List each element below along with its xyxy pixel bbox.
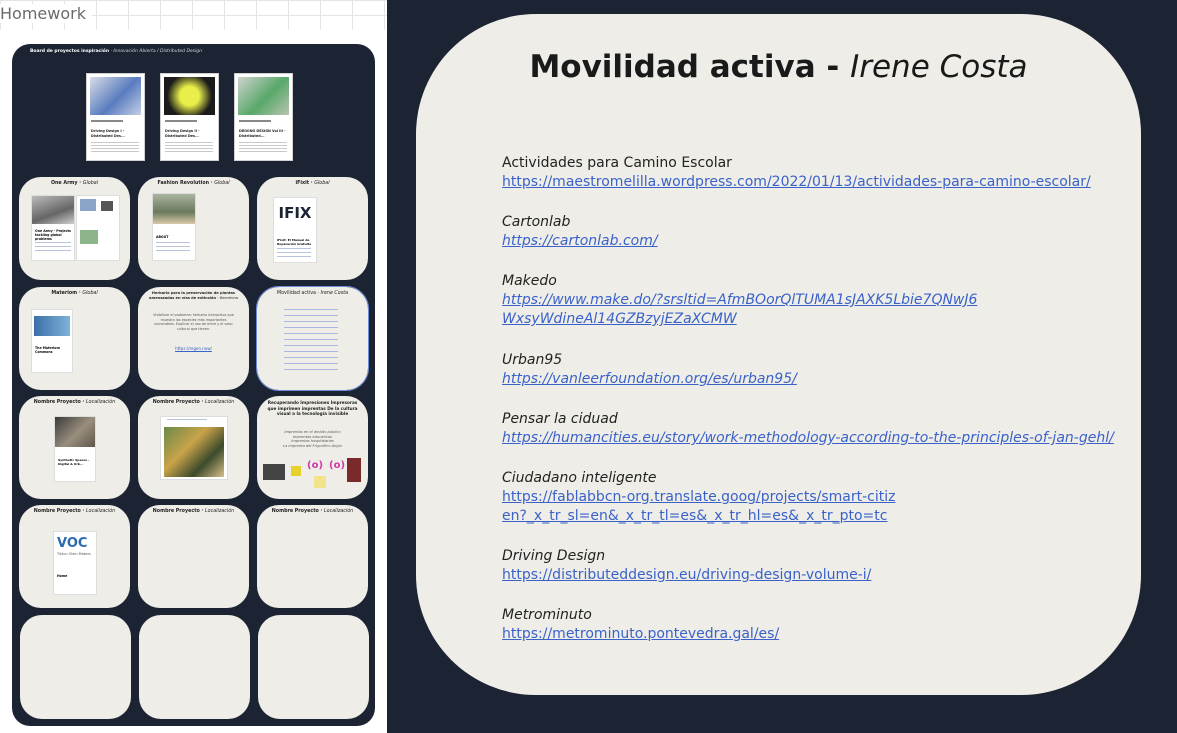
resource-entry: Makedo https://www.make.do/?srsltid=AfmB… [502,272,982,329]
mini-page: One Army - Projects tackling global prob… [31,195,75,261]
resource-link[interactable]: https://fablabbcn-org.translate.goog/pro… [502,488,902,526]
card-title: Nombre Proyecto · Localización [33,400,116,405]
resource-entry: Pensar la ciduad https://humancities.eu/… [502,410,1122,448]
thumb-image [291,466,301,476]
doc-meta [91,120,123,122]
card-link[interactable]: https://regen.now/ [138,346,249,351]
mini-page: VOC Tiktun Olam Makers Home [53,531,97,595]
doc-title: Driving Design I - Distributed Des... [91,129,125,138]
card-title: Nombre Proyecto · Localización [33,509,116,514]
card-title: Herbario para la preservación de plantas… [149,291,238,300]
resource-label: Urban95 [502,352,563,368]
doc-cover [164,77,215,115]
doc-title: DRIVING DESIGN Vol III - Distributed... [239,129,286,138]
thumb-image [263,464,285,480]
doc-cover [238,77,289,115]
mini-page [76,195,120,261]
resource-link[interactable]: https://humancities.eu/story/work-method… [502,429,1122,448]
card-title: Movilidad activa · Irene Costa [276,291,349,296]
project-card-recuperando-impresiones[interactable]: Recuperando Impresiones Impresoras que i… [257,396,368,499]
resource-entry: Urban95 https://vanleerfoundation.org/es… [502,351,1122,389]
resource-entry: Metrominuto https://metrominuto.ponteved… [502,606,1122,644]
resource-label: Cartonlab [502,214,571,230]
mini-page: Synthetic Spaces - Digital & Urb... [54,416,96,482]
empty-card[interactable] [20,615,131,719]
project-card-materiom[interactable]: Materiom · Global The Materiom Commons [19,287,130,390]
resource-label: Driving Design [502,548,606,564]
project-card-fashion-revolution[interactable]: Fashion Revolution · Global ABOUT [138,177,249,280]
project-card-one-army[interactable]: One Army · Global One Army - Projects ta… [19,177,130,280]
doc-meta [239,120,271,122]
resource-link[interactable]: https://cartonlab.com/ [502,232,1122,251]
project-card-nombre-proyecto[interactable]: Nombre Proyecto · Localización [138,396,249,499]
thumb-image: (o) [329,460,346,471]
doc-card[interactable]: DRIVING DESIGN Vol III - Distributed... [234,73,293,161]
doc-cover [90,77,141,115]
card-body: Visibilizar el problema: herbario intera… [153,313,234,331]
project-card-nombre-proyecto[interactable]: Nombre Proyecto · Localización VOC Tiktu… [19,505,130,608]
voc-logo: VOC [57,536,88,551]
slide-preview-lines [284,309,338,371]
doc-card[interactable]: Driving Design I - Distributed Des... [86,73,145,161]
card-title: Nombre Proyecto · Localización [152,400,235,405]
empty-card[interactable] [139,615,250,719]
doc-description [165,142,213,152]
card-title: Nombre Proyecto · Localización [271,509,354,514]
project-card-movilidad-activa[interactable]: Movilidad activa · Irene Costa [256,286,369,391]
project-card-nombre-proyecto[interactable]: Nombre Proyecto · Localización [138,505,249,608]
thumb-image: (o) [307,460,324,471]
slide-title: Movilidad activa - Irene Costa [529,49,1028,85]
resource-entry: Ciudadano inteligente https://fablabbcn-… [502,469,902,526]
slide-viewer: Movilidad activa - Irene Costa Actividad… [387,0,1177,733]
doc-description [239,142,287,152]
card-title: Materiom · Global [51,291,98,296]
card-title: One Army · Global [50,181,99,186]
doc-card[interactable]: Driving Design II - Distributed Des... [160,73,219,161]
card-body: Imprentas en el ámbito público Imprentas… [283,430,342,448]
resource-label: Makedo [502,273,557,289]
doc-title: Driving Design II - Distributed Des... [165,129,200,138]
mini-page: IFIX iFixit: El Manual de Reparación Gra… [273,197,317,263]
resource-label: Metrominuto [502,607,592,623]
ifixit-logo: IFIX [274,198,316,228]
resource-label: Pensar la ciduad [502,411,618,427]
resource-entry: Cartonlab https://cartonlab.com/ [502,213,1122,251]
resource-link[interactable]: https://metrominuto.pontevedra.gal/es/ [502,625,1122,644]
board-thumbnail-panel: Homework Board de proyectos inspiración … [0,0,387,733]
thumb-image [347,458,361,482]
card-title: Fashion Revolution · Global [157,181,230,186]
resource-entry: Actividades para Camino Escolar https://… [502,154,1122,192]
resource-link[interactable]: https://www.make.do/?srsltid=AfmBOorQlTU… [502,291,982,329]
slide-card: Movilidad activa - Irene Costa Actividad… [416,14,1141,695]
card-title: Recuperando Impresiones Impresoras que i… [267,400,358,417]
section-title: Homework [0,4,92,23]
project-card-nombre-proyecto[interactable]: Nombre Proyecto · Localización [257,505,368,608]
inspiration-board[interactable]: Board de proyectos inspiración · Innovac… [12,44,375,726]
mini-page: The Materiom Commons [31,309,73,373]
resource-link[interactable]: https://vanleerfoundation.org/es/urban95… [502,370,1122,389]
board-title: Board de proyectos inspiración · Innovac… [30,49,202,54]
resource-link[interactable]: https://maestromelilla.wordpress.com/202… [502,173,1122,192]
project-card-nombre-proyecto[interactable]: Nombre Proyecto · Localización Synthetic… [19,396,130,499]
resource-label: Ciudadano inteligente [502,470,657,486]
project-card-ifixit[interactable]: iFixit · Global IFIX iFixit: El Manual d… [257,177,368,280]
resource-label: Actividades para Camino Escolar [502,155,732,171]
empty-card[interactable] [258,615,369,719]
mini-page [160,416,228,480]
card-title: Nombre Proyecto · Localización [152,509,235,514]
resource-link[interactable]: https://distributeddesign.eu/driving-des… [502,566,1122,585]
doc-description [91,142,139,152]
mini-page: ABOUT [152,193,196,261]
thumb-image [314,476,326,488]
project-card-herbario[interactable]: Herbario para la preservación de plantas… [138,287,249,390]
doc-meta [165,120,197,122]
card-title: iFixit · Global [295,181,330,186]
resource-entry: Driving Design https://distributeddesign… [502,547,1122,585]
